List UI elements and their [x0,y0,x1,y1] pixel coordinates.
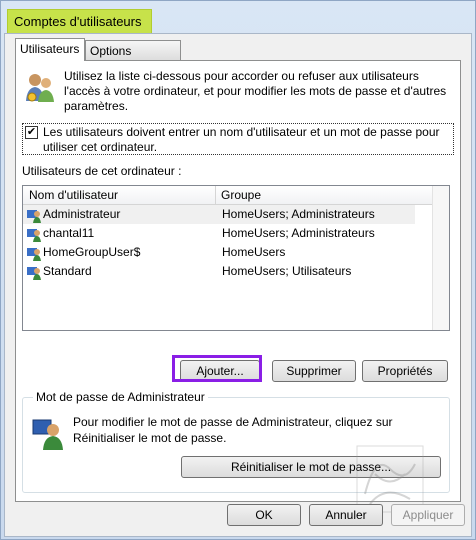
row-group: HomeUsers; Utilisateurs [222,264,352,278]
row-username: Standard [43,264,92,278]
ok-button[interactable]: OK [227,504,301,526]
column-header-username[interactable]: Nom d'utilisateur [29,188,118,202]
row-username: HomeGroupUser$ [43,245,141,259]
user-icon [27,248,41,261]
row-username: chantal11 [43,226,95,240]
row-group: HomeUsers [222,245,286,259]
admin-group-text: Pour modifier le mot de passe de Adminis… [73,415,393,445]
user-icon [27,210,41,223]
table-row[interactable]: chantal11 HomeUsers; Administrateurs [23,224,415,243]
column-header-group[interactable]: Groupe [221,188,261,202]
user-icon [27,229,41,242]
annotation-highlight [172,355,262,382]
tab-users[interactable]: Utilisateurs [15,38,85,61]
user-icon [27,267,41,280]
apply-button[interactable]: Appliquer [391,504,465,526]
users-list[interactable]: Nom d'utilisateur Groupe Administrateur … [22,185,450,331]
list-scrollbar[interactable] [432,186,449,330]
remove-button[interactable]: Supprimer [272,360,356,382]
user-screen-icon [32,419,63,450]
row-group: HomeUsers; Administrateurs [222,207,375,221]
column-separator[interactable] [215,186,216,204]
window-title: Comptes d'utilisateurs [7,9,153,35]
users-list-label: Utilisateurs de cet ordinateur : [22,164,182,178]
list-header: Nom d'utilisateur Groupe [23,186,449,205]
row-group: HomeUsers; Administrateurs [222,226,375,240]
table-row[interactable]: Administrateur HomeUsers; Administrateur… [23,205,415,224]
cancel-button[interactable]: Annuler [309,504,383,526]
users-icon [26,74,54,102]
row-username: Administrateur [43,207,121,221]
table-row[interactable]: HomeGroupUser$ HomeUsers [23,243,415,262]
require-password-label: Les utilisateurs doivent entrer un nom d… [43,125,440,154]
require-password-option[interactable]: ✔ Les utilisateurs doivent entrer un nom… [22,123,454,155]
properties-button[interactable]: Propriétés [362,360,448,382]
users-tab-panel: Utilisez la liste ci-dessous pour accord… [15,60,461,502]
title-bar[interactable]: Comptes d'utilisateurs [3,5,473,35]
user-accounts-window: Comptes d'utilisateurs Utilisateurs Opti… [0,0,476,540]
table-row[interactable]: Standard HomeUsers; Utilisateurs [23,262,415,281]
tab-advanced-options[interactable]: Options avancées [85,40,181,72]
intro-text: Utilisez la liste ci-dessous pour accord… [64,69,447,113]
group-label: Mot de passe de Administrateur [33,390,208,404]
require-password-checkbox[interactable]: ✔ [25,126,38,139]
dialog-client: Utilisateurs Options avancées Utilisez l… [4,33,472,537]
